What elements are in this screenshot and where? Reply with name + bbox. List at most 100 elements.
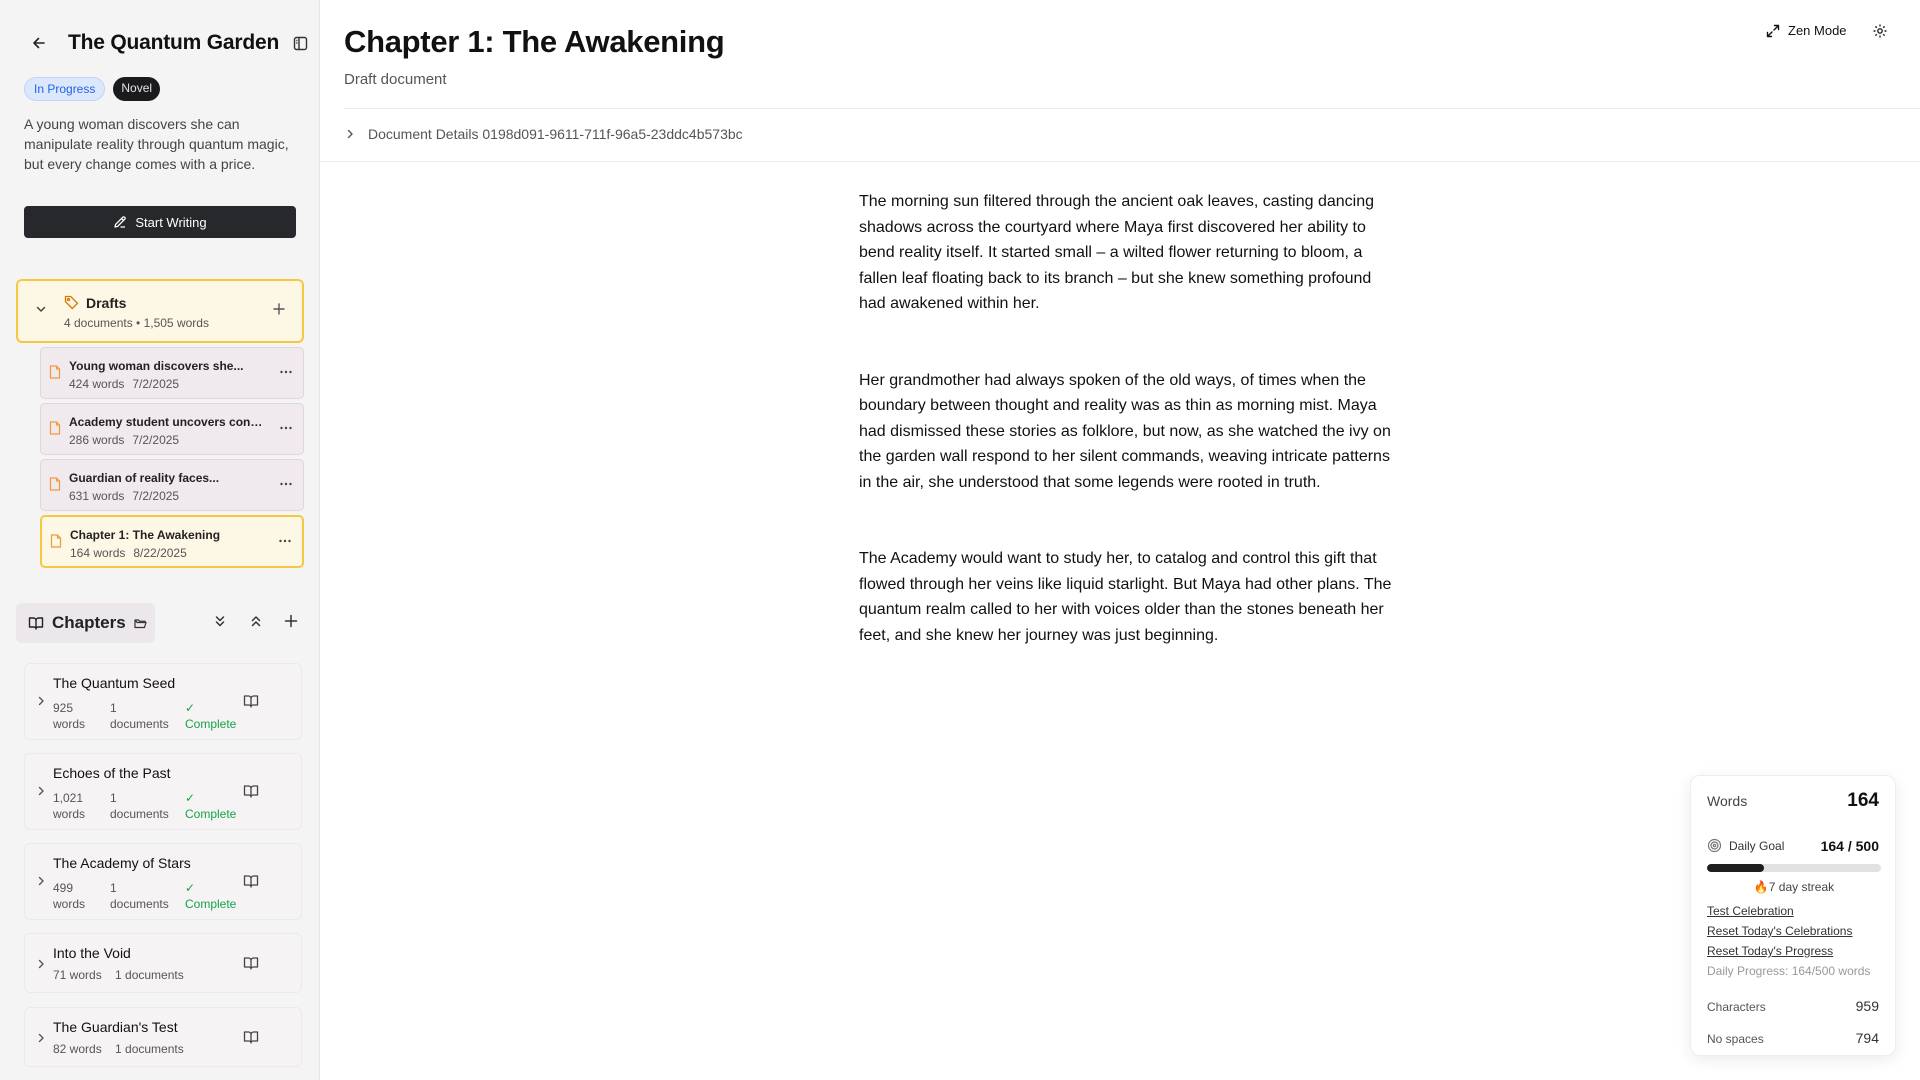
draft-date: 7/2/2025 <box>132 377 180 391</box>
reset-progress-link[interactable]: Reset Today's Progress <box>1707 944 1833 958</box>
drafts-subtitle: 4 documents • 1,505 words <box>64 316 209 330</box>
project-title: The Quantum Garden <box>68 31 280 54</box>
chapter-title: The Guardian's Test <box>53 1019 178 1035</box>
characters-label: Characters <box>1707 1000 1766 1014</box>
details-divider <box>320 161 1920 162</box>
book-open-icon[interactable] <box>243 873 259 889</box>
collapse-all-icon[interactable] <box>212 613 228 629</box>
chapter-docs: 1 documents <box>110 790 169 822</box>
chevron-right-icon[interactable] <box>35 958 47 970</box>
draft-words: 424 words <box>69 377 125 391</box>
chapter-docs-count: 1 <box>110 701 117 715</box>
chapters-label: Chapters <box>52 613 126 632</box>
zen-mode-button[interactable]: Zen Mode <box>1766 23 1847 38</box>
chevron-right-icon[interactable] <box>35 1032 47 1044</box>
chevron-right-icon <box>347 129 353 139</box>
check-icon: ✓ <box>185 701 196 715</box>
chapter-title: Echoes of the Past <box>53 765 171 781</box>
daily-progress-note: Daily Progress: 164/500 words <box>1707 964 1871 978</box>
more-options-icon[interactable] <box>279 477 293 491</box>
panel-toggle-icon[interactable] <box>293 36 308 51</box>
drafts-title: Drafts <box>86 295 127 311</box>
chapter-words-count: 925 <box>53 701 74 715</box>
draft-date: 8/22/2025 <box>133 546 187 560</box>
expand-all-icon[interactable] <box>248 613 264 629</box>
chapter-meta: 71 words 1 documents <box>53 968 184 982</box>
draft-item-active[interactable]: Chapter 1: The Awakening 164 words 8/22/2… <box>40 515 304 568</box>
chapter-item[interactable]: The Quantum Seed 925 words 1 documents ✓ Co… <box>24 663 302 740</box>
book-open-icon[interactable] <box>243 783 259 799</box>
chapter-docs-count: 1 <box>110 791 117 805</box>
expand-icon <box>1766 24 1780 37</box>
chapter-item[interactable]: Echoes of the Past 1,021 words 1 documents… <box>24 753 302 830</box>
drafts-folder[interactable]: Drafts 4 documents • 1,505 words <box>16 279 304 343</box>
reset-celebrations-link[interactable]: Reset Today's Celebrations <box>1707 924 1852 938</box>
folder-open-icon <box>134 618 147 628</box>
chevron-down-icon[interactable] <box>34 302 48 316</box>
draft-title: Guardian of reality faces... <box>69 471 220 485</box>
characters-value: 959 <box>1855 998 1879 1014</box>
daily-goal-progress-bar <box>1707 864 1881 872</box>
sidebar: The Quantum Garden In Progress Novel A y… <box>0 0 320 1080</box>
status-badge: In Progress <box>24 77 106 101</box>
more-options-icon[interactable] <box>278 534 292 548</box>
paragraph[interactable]: The morning sun filtered through the anc… <box>859 189 1399 317</box>
paragraph[interactable]: The Academy would want to study her, to … <box>859 546 1399 648</box>
chevron-right-icon[interactable] <box>35 695 47 707</box>
back-button[interactable] <box>24 28 54 58</box>
chapter-item[interactable]: Into the Void 71 words 1 documents <box>24 933 302 993</box>
chapter-title: The Academy of Stars <box>53 855 191 871</box>
document-details-label: Document Details 0198d091-9611-711f-96a5… <box>368 126 743 142</box>
more-options-icon[interactable] <box>279 365 293 379</box>
chapter-words: 1,021 words <box>53 790 85 822</box>
chevron-right-icon[interactable] <box>35 785 47 797</box>
draft-meta: 424 words 7/2/2025 <box>69 377 179 391</box>
document-body[interactable]: The morning sun filtered through the anc… <box>859 189 1399 699</box>
book-open-icon[interactable] <box>243 693 259 709</box>
book-open-icon[interactable] <box>243 955 259 971</box>
check-icon: ✓ <box>185 881 196 895</box>
file-icon <box>49 421 61 435</box>
words-label: Words <box>1707 793 1748 809</box>
chevron-right-icon[interactable] <box>35 875 47 887</box>
file-icon <box>50 534 62 548</box>
draft-title: Young woman discovers she... <box>69 359 244 373</box>
chapter-item[interactable]: The Guardian's Test 82 words 1 documents <box>24 1007 302 1067</box>
chapter-docs: 1 documents <box>110 880 169 912</box>
arrow-left-icon <box>33 37 45 49</box>
chapter-status: ✓ Complete <box>185 790 236 822</box>
document-details-toggle[interactable]: Document Details 0198d091-9611-711f-96a5… <box>344 126 743 142</box>
document-title[interactable]: Chapter 1: The Awakening <box>344 24 725 60</box>
chapter-item[interactable]: The Academy of Stars 499 words 1 documents… <box>24 843 302 920</box>
draft-item[interactable]: Academy student uncovers consp... 286 wo… <box>40 403 304 455</box>
chapters-header[interactable]: Chapters <box>16 603 155 643</box>
chapter-docs: 1 documents <box>110 700 169 732</box>
file-icon <box>49 365 61 379</box>
draft-item[interactable]: Guardian of reality faces... 631 words 7/… <box>40 459 304 511</box>
no-spaces-label: No spaces <box>1707 1032 1764 1046</box>
paragraph[interactable]: Her grandmother had always spoken of the… <box>859 368 1399 496</box>
draft-item[interactable]: Young woman discovers she... 424 words 7/… <box>40 347 304 399</box>
gear-icon[interactable] <box>1872 23 1888 39</box>
chapter-title: The Quantum Seed <box>53 675 176 691</box>
more-options-icon[interactable] <box>279 421 293 435</box>
chapter-docs-unit: documents <box>110 717 169 731</box>
draft-meta: 164 words 8/22/2025 <box>70 546 187 560</box>
start-writing-label: Start Writing <box>135 214 207 230</box>
book-open-icon[interactable] <box>243 1029 259 1045</box>
start-writing-button[interactable]: Start Writing <box>24 206 296 238</box>
draft-words: 164 words <box>70 546 126 560</box>
zen-mode-label: Zen Mode <box>1788 23 1847 38</box>
chapter-words-count: 499 <box>53 881 74 895</box>
chapter-status-label: Complete <box>185 897 237 911</box>
word-stats-card: Words 164 Daily Goal 164 / 500 🔥7 day st… <box>1690 775 1896 1056</box>
chapter-status-label: Complete <box>185 807 237 821</box>
draft-title: Chapter 1: The Awakening <box>70 528 221 542</box>
test-celebration-link[interactable]: Test Celebration <box>1707 904 1794 918</box>
target-icon <box>1707 838 1722 853</box>
pencil-icon <box>114 216 127 228</box>
add-draft-icon[interactable] <box>272 302 286 316</box>
add-chapter-icon[interactable] <box>283 613 299 629</box>
type-badge: Novel <box>113 77 161 101</box>
draft-meta: 631 words 7/2/2025 <box>69 489 179 503</box>
